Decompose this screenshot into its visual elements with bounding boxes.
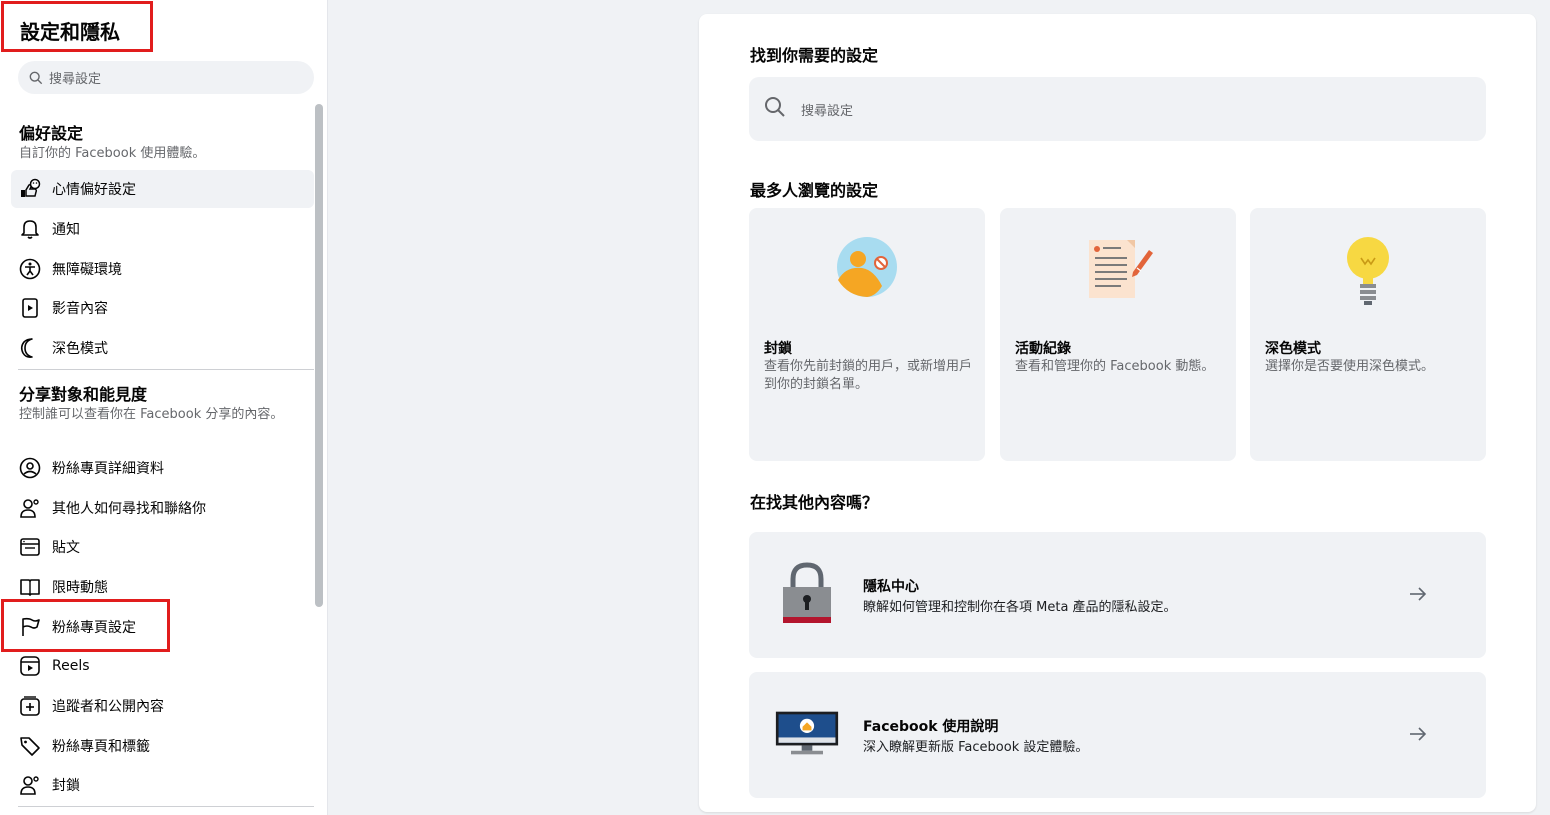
card-description: 查看和管理你的 Facebook 動態。 — [1015, 359, 1215, 374]
arrow-right-icon[interactable] — [1408, 584, 1428, 604]
sidebar-item-label: 追蹤者和公開內容 — [52, 699, 164, 715]
sidebar-item-label: 心情偏好設定 — [52, 182, 136, 198]
sidebar-item-page-details[interactable]: 粉絲專頁詳細資料 — [11, 449, 314, 487]
block-illustration — [749, 236, 985, 306]
search-icon — [28, 70, 44, 86]
main-search-placeholder: 搜尋設定 — [801, 103, 854, 119]
card-title: 深色模式 — [1265, 341, 1321, 357]
sidebar-item-label: 限時動態 — [52, 580, 108, 596]
row-description: 深入瞭解更新版 Facebook 設定體驗。 — [863, 740, 1089, 755]
sidebar-item-label: 其他人如何尋找和聯絡你 — [52, 501, 206, 517]
sidebar-item-label: 影音內容 — [52, 301, 108, 317]
popular-settings-heading: 最多人瀏覽的設定 — [750, 181, 879, 200]
more-content-heading: 在找其他內容嗎？ — [750, 493, 879, 512]
section-subtitle-preferences: 自訂你的 Facebook 使用體驗。 — [19, 146, 206, 161]
media-icon — [19, 297, 41, 319]
row-description: 瞭解如何管理和控制你在各項 Meta 產品的隱私設定。 — [863, 600, 1177, 615]
sidebar-scrollbar[interactable] — [315, 104, 323, 607]
card-activity-log[interactable]: 活動紀錄 查看和管理你的 Facebook 動態。 — [1000, 208, 1236, 461]
sidebar-item-label: 粉絲專頁和標籤 — [52, 739, 150, 755]
lightbulb-illustration — [1250, 236, 1486, 306]
sidebar-item-find-contact[interactable]: 其他人如何尋找和聯絡你 — [11, 489, 314, 527]
posts-icon — [19, 536, 41, 558]
sidebar-item-label: 貼文 — [52, 540, 80, 556]
sidebar-item-dark-mode[interactable]: 深色模式 — [11, 329, 314, 367]
find-contact-icon — [19, 497, 41, 519]
settings-sidebar: 設定和隱私 搜尋設定 偏好設定 自訂你的 Facebook 使用體驗。 心情偏好… — [0, 0, 328, 815]
section-divider — [18, 806, 314, 807]
row-privacy-center[interactable]: 隱私中心 瞭解如何管理和控制你在各項 Meta 產品的隱私設定。 — [749, 532, 1486, 658]
accessibility-icon — [19, 258, 41, 280]
section-heading-audience: 分享對象和能見度 — [19, 385, 148, 404]
sidebar-item-media[interactable]: 影音內容 — [11, 289, 314, 327]
sidebar-item-reactions[interactable]: 心情偏好設定 — [11, 170, 314, 208]
sidebar-item-tagging[interactable]: 粉絲專頁和標籤 — [11, 727, 314, 765]
moon-icon — [19, 337, 41, 359]
card-blocking[interactable]: 封鎖 查看你先前封鎖的用戶，或新增用戶到你的封鎖名單。 — [749, 208, 985, 461]
sidebar-item-label: Reels — [52, 658, 90, 674]
row-title: 隱私中心 — [863, 579, 919, 595]
sidebar-search-input[interactable]: 搜尋設定 — [18, 61, 314, 94]
block-user-icon — [19, 774, 41, 796]
tag-icon — [19, 735, 41, 757]
section-heading-preferences: 偏好設定 — [19, 124, 84, 143]
arrow-right-icon[interactable] — [1408, 724, 1428, 744]
monitor-illustration — [775, 700, 839, 766]
reactions-icon — [19, 178, 41, 200]
row-title: Facebook 使用說明 — [863, 719, 999, 735]
page-settings-highlight-box — [1, 599, 170, 652]
sidebar-item-reels[interactable]: Reels — [11, 647, 314, 685]
search-icon — [763, 95, 787, 123]
title-highlight-box — [1, 1, 153, 52]
card-dark-mode[interactable]: 深色模式 選擇你是否要使用深色模式。 — [1250, 208, 1486, 461]
settings-main-card: 找到你需要的設定 搜尋設定 最多人瀏覽的設定 封鎖 查看你先前封鎖的用戶，或新增… — [699, 14, 1536, 812]
card-title: 封鎖 — [764, 341, 792, 357]
card-description: 查看你先前封鎖的用戶，或新增用戶到你的封鎖名單。 — [764, 359, 973, 392]
sidebar-search-placeholder: 搜尋設定 — [49, 72, 102, 87]
lock-illustration — [775, 560, 839, 626]
followers-icon — [19, 695, 41, 717]
sidebar-item-label: 通知 — [52, 222, 80, 238]
sidebar-item-posts[interactable]: 貼文 — [11, 528, 314, 566]
sidebar-item-label: 無障礙環境 — [52, 262, 122, 278]
find-settings-heading: 找到你需要的設定 — [750, 46, 879, 65]
sidebar-item-followers[interactable]: 追蹤者和公開內容 — [11, 687, 314, 725]
row-facebook-help[interactable]: Facebook 使用說明 深入瞭解更新版 Facebook 設定體驗。 — [749, 672, 1486, 798]
card-description: 選擇你是否要使用深色模式。 — [1265, 359, 1435, 374]
bell-icon — [19, 218, 41, 240]
main-search-input[interactable]: 搜尋設定 — [749, 77, 1486, 141]
sidebar-item-label: 深色模式 — [52, 341, 108, 357]
sidebar-item-blocking[interactable]: 封鎖 — [11, 766, 314, 804]
reels-icon — [19, 655, 41, 677]
profile-icon — [19, 457, 41, 479]
section-divider — [18, 369, 314, 370]
stories-icon — [19, 576, 41, 598]
section-subtitle-audience: 控制誰可以查看你在 Facebook 分享的內容。 — [19, 407, 284, 422]
sidebar-item-accessibility[interactable]: 無障礙環境 — [11, 250, 314, 288]
sidebar-item-label: 封鎖 — [52, 778, 80, 794]
activity-log-illustration — [1000, 236, 1236, 306]
sidebar-item-notifications[interactable]: 通知 — [11, 210, 314, 248]
sidebar-item-label: 粉絲專頁詳細資料 — [52, 461, 164, 477]
card-title: 活動紀錄 — [1015, 341, 1071, 357]
